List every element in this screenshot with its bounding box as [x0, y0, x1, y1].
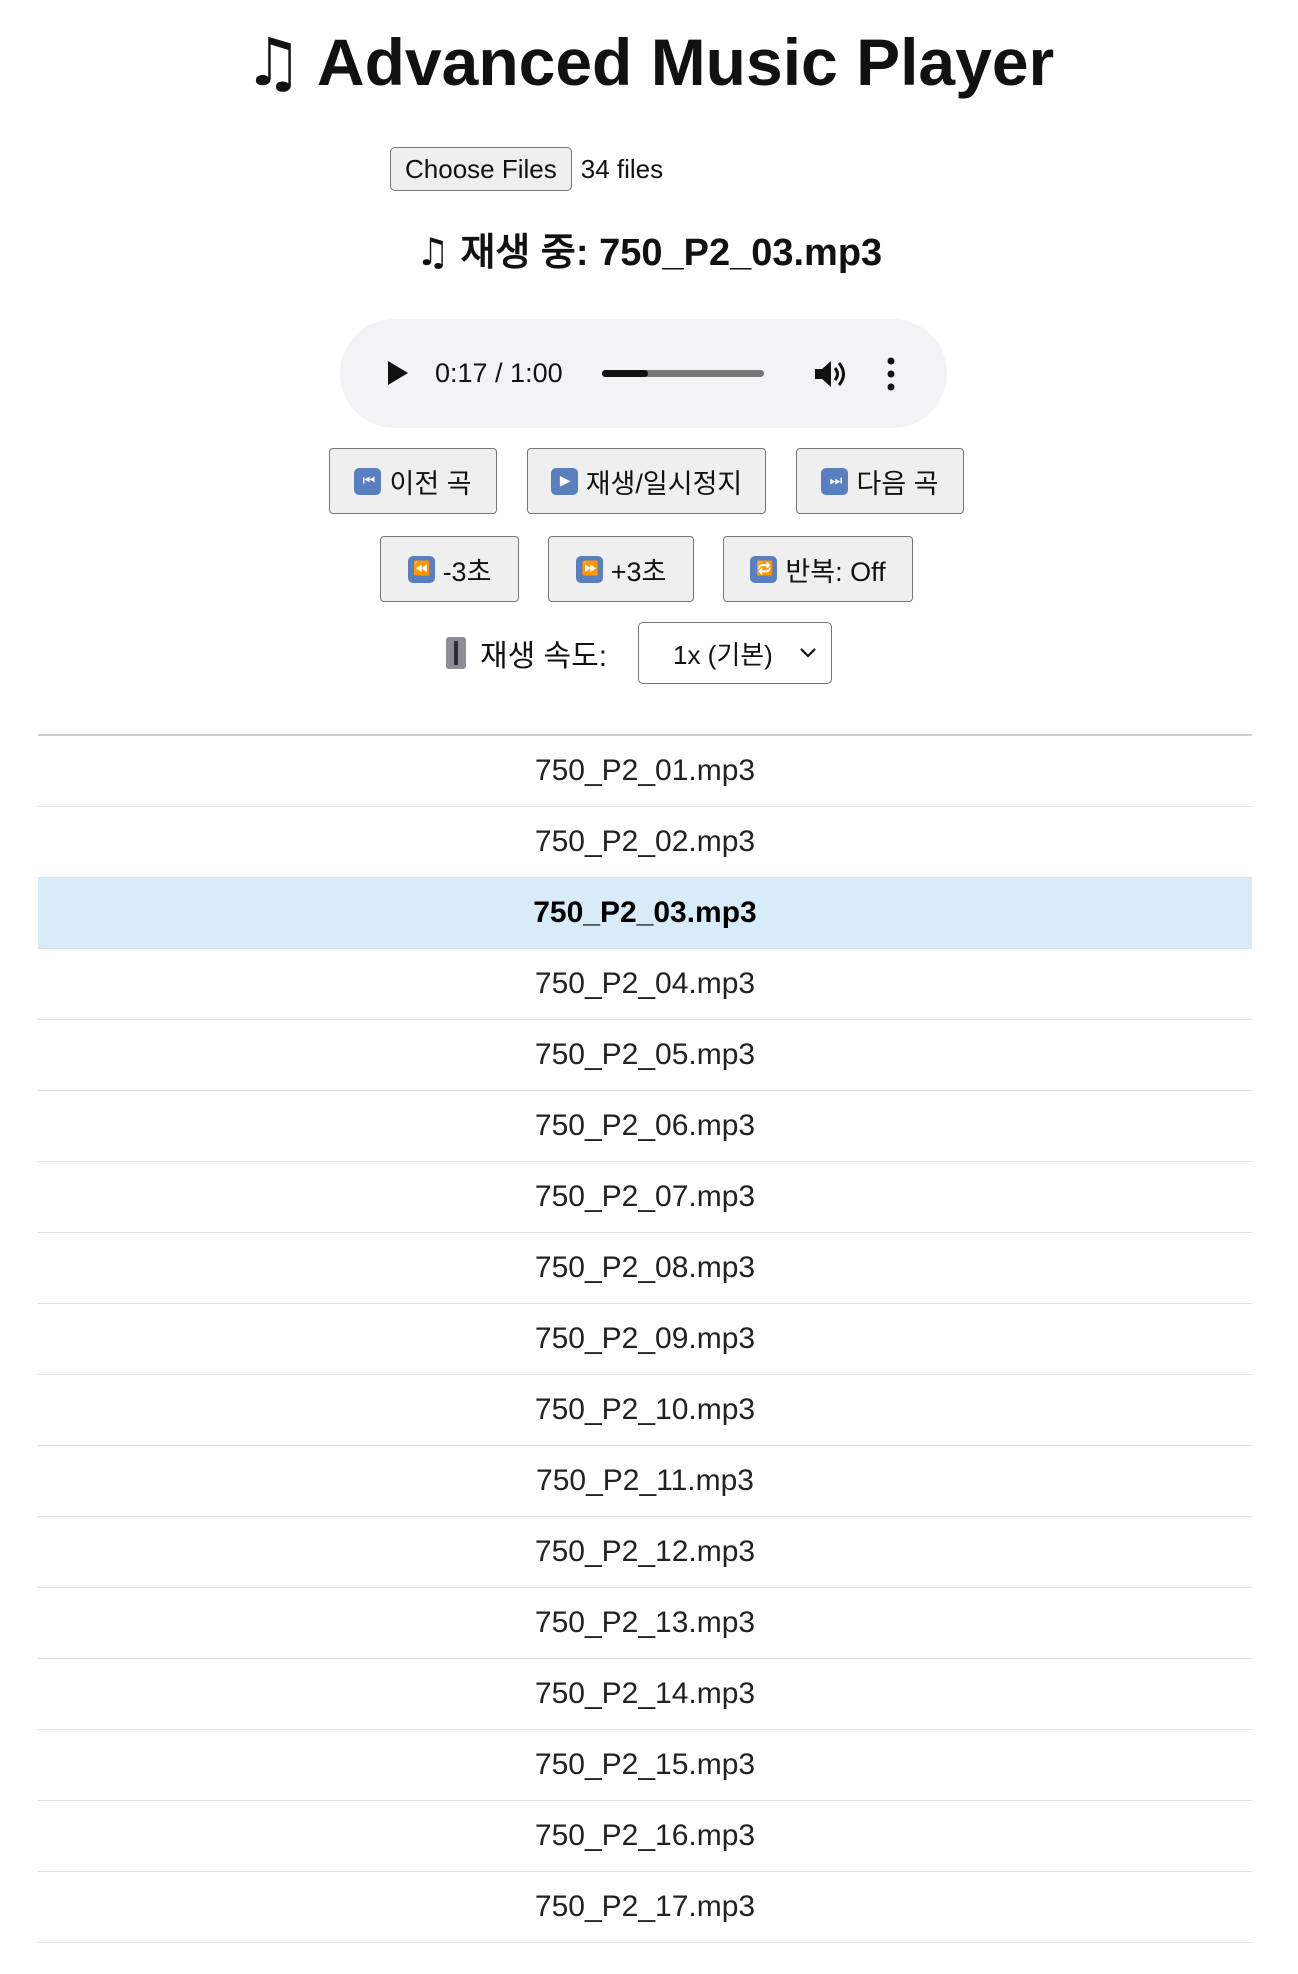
forward-3s-label: +3초: [610, 556, 667, 587]
repeat-label: 반복: Off: [785, 556, 886, 587]
playlist-item-active[interactable]: 750_P2_03.mp3: [38, 878, 1252, 949]
playlist-item[interactable]: 750_P2_06.mp3: [38, 1091, 1252, 1162]
musical-notes-icon: ♫: [415, 230, 450, 274]
play-icon: ▶: [550, 467, 578, 495]
playlist-item[interactable]: 750_P2_01.mp3: [38, 736, 1252, 807]
more-options-icon[interactable]: [884, 355, 898, 393]
seek-bar[interactable]: [602, 370, 764, 377]
musical-notes-icon: ♫: [243, 24, 303, 101]
speed-label: 재생 속도:: [480, 640, 608, 673]
playlist-item[interactable]: 750_P2_13.mp3: [38, 1588, 1252, 1659]
page-title-text: Advanced Music Player: [316, 25, 1055, 99]
choose-files-button[interactable]: Choose Files: [390, 147, 572, 191]
next-track-icon: ⏭: [821, 467, 849, 495]
play-icon[interactable]: [382, 358, 412, 388]
now-playing-text: 재생 중: 750_P2_03.mp3: [460, 232, 883, 274]
audio-player: 0:17 / 1:00: [340, 319, 947, 428]
file-count-label: 34 files: [580, 153, 664, 184]
seek-bar-progress: [602, 370, 648, 377]
speed-control-icon: [446, 637, 466, 669]
play-pause-label: 재생/일시정지: [585, 468, 743, 499]
playlist-item[interactable]: 750_P2_02.mp3: [38, 807, 1252, 878]
volume-icon[interactable]: [812, 356, 848, 392]
playlist-item[interactable]: 750_P2_08.mp3: [38, 1233, 1252, 1304]
file-input: Choose Files 34 files: [390, 147, 663, 191]
playlist-item[interactable]: 750_P2_15.mp3: [38, 1730, 1252, 1801]
previous-track-icon: ⏮: [354, 467, 382, 495]
prev-track-button[interactable]: ⏮ 이전 곡: [329, 448, 497, 514]
time-display: 0:17 / 1:00: [435, 358, 563, 388]
repeat-icon: 🔁: [750, 555, 778, 583]
playlist-item[interactable]: 750_P2_14.mp3: [38, 1659, 1252, 1730]
play-pause-button[interactable]: ▶ 재생/일시정지: [527, 448, 766, 514]
playlist-item[interactable]: 750_P2_10.mp3: [38, 1375, 1252, 1446]
playlist-item[interactable]: 750_P2_16.mp3: [38, 1801, 1252, 1872]
playlist-item[interactable]: 750_P2_09.mp3: [38, 1304, 1252, 1375]
speed-selected-value: 1x (기본): [673, 639, 773, 670]
rewind-3s-label: -3초: [442, 556, 492, 587]
playlist-item[interactable]: 750_P2_11.mp3: [38, 1446, 1252, 1517]
next-track-label: 다음 곡: [856, 468, 939, 499]
repeat-button[interactable]: 🔁 반복: Off: [723, 536, 913, 602]
speed-control: 재생 속도:: [446, 622, 607, 684]
fast-forward-icon: ⏩: [575, 555, 603, 583]
playlist-item[interactable]: 750_P2_17.mp3: [38, 1872, 1252, 1943]
playlist-item[interactable]: 750_P2_04.mp3: [38, 949, 1252, 1020]
rewind-3s-button[interactable]: ⏪ -3초: [380, 536, 519, 602]
music-player-page: ♫ Advanced Music Player Choose Files 34 f…: [0, 0, 1298, 1974]
page-title: ♫ Advanced Music Player: [0, 24, 1298, 101]
prev-track-label: 이전 곡: [389, 468, 472, 499]
next-track-button[interactable]: ⏭ 다음 곡: [796, 448, 964, 514]
playlist-item[interactable]: 750_P2_12.mp3: [38, 1517, 1252, 1588]
playlist-item[interactable]: 750_P2_07.mp3: [38, 1162, 1252, 1233]
chevron-down-icon: [800, 648, 816, 658]
speed-select[interactable]: 1x (기본): [638, 622, 832, 684]
playlist-item[interactable]: 750_P2_05.mp3: [38, 1020, 1252, 1091]
rewind-icon: ⏪: [407, 555, 435, 583]
now-playing-heading: ♫ 재생 중: 750_P2_03.mp3: [0, 226, 1298, 279]
playlist: 750_P2_01.mp3 750_P2_02.mp3 750_P2_03.mp3 7…: [38, 734, 1252, 1943]
forward-3s-button[interactable]: ⏩ +3초: [548, 536, 694, 602]
